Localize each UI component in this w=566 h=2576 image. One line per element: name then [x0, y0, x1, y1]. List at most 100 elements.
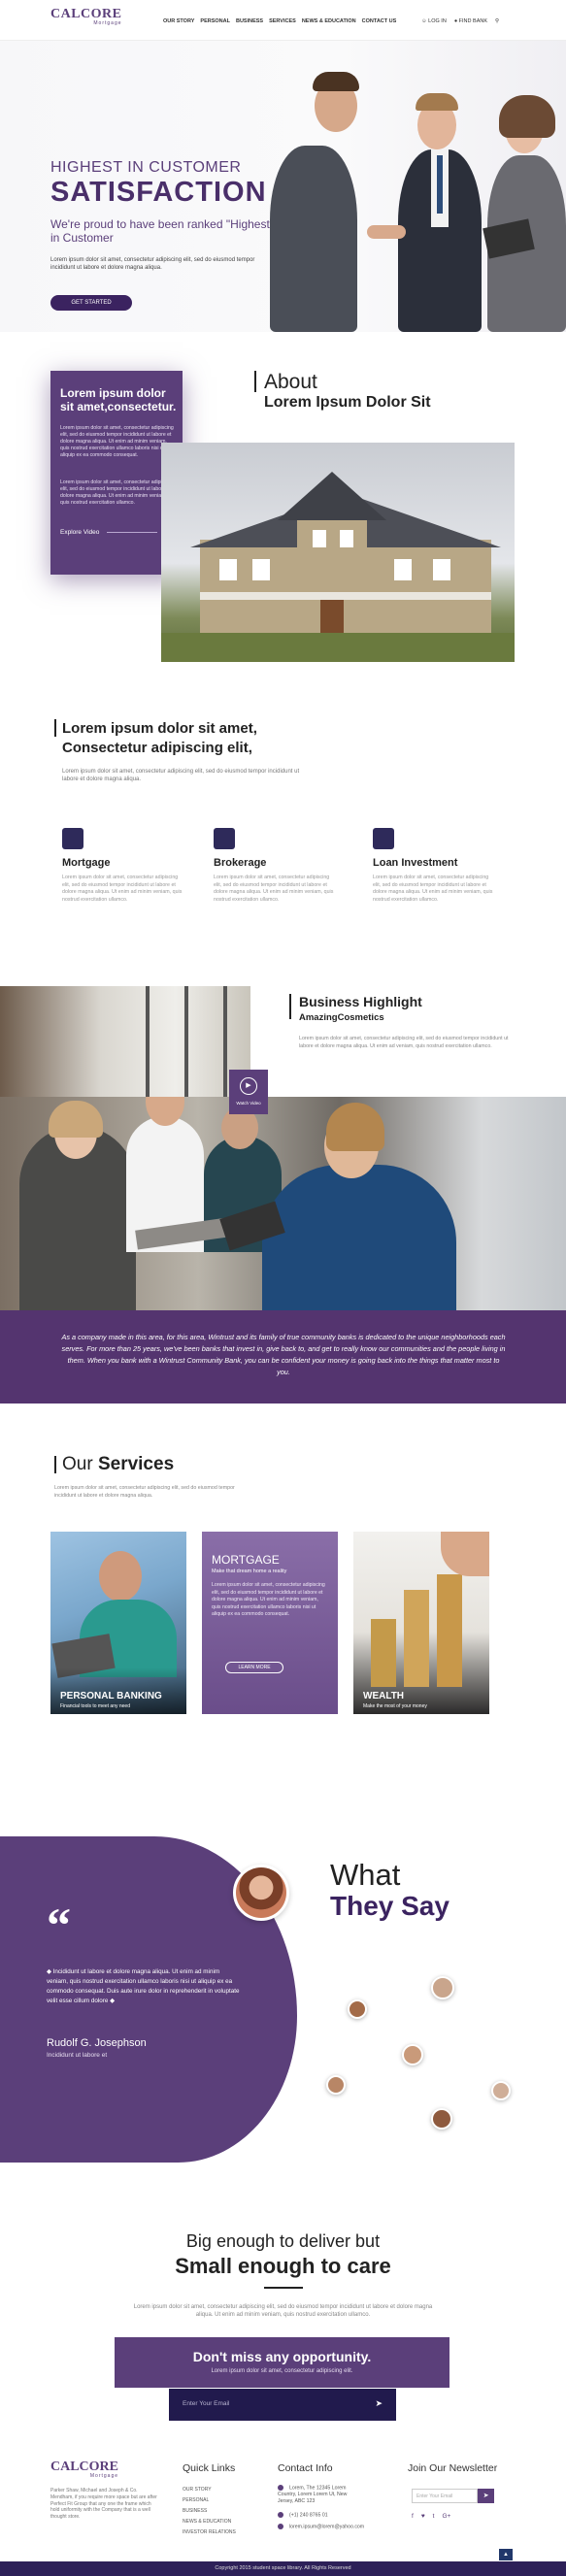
bank-icon [373, 828, 394, 849]
mission-quote: As a company made in this area, for this… [61, 1333, 506, 1376]
heading-bar [254, 371, 256, 392]
what-heading: What [330, 1858, 401, 1892]
card-subtitle: Make that dream home a reality [212, 1569, 287, 1574]
facebook-icon[interactable]: f [412, 2513, 414, 2520]
footer-logo[interactable]: CALCORE Mortgage [50, 2460, 118, 2479]
login-link[interactable]: ☺ LOG IN [421, 18, 447, 24]
hero-section: HIGHEST IN CUSTOMER SATISFACTION We're p… [0, 41, 566, 332]
contact-email: lorem.ipsum@lorem@yahoo.com [278, 2524, 384, 2530]
services-body: Lorem ipsum dolor sit amet, consectetur … [54, 1485, 235, 1499]
heading-bar [54, 719, 56, 737]
cta-subtitle: Lorem ipsum dolor sit amet, consectetur … [211, 2368, 353, 2374]
newsletter-email-input[interactable]: Enter Your Email [412, 2489, 478, 2503]
card-body: Lorem ipsum dolor sit amet, consectetur … [212, 1582, 325, 1617]
heading-bar [54, 1456, 56, 1473]
footer-link-our-story[interactable]: OUR STORY [183, 2487, 212, 2493]
mail-icon [278, 2524, 283, 2529]
hero-line3: We're proud to have been ranked "Highest… [50, 217, 270, 245]
search-icon[interactable]: ⚲ [495, 18, 499, 24]
send-icon[interactable]: ➤ [375, 2398, 383, 2409]
divider [107, 532, 157, 533]
play-icon: ▶ [240, 1077, 257, 1095]
big-body: Lorem ipsum dolor sit amet, consectetur … [133, 2304, 433, 2318]
heading-bold: Services [97, 1454, 175, 1474]
bank-icon [214, 828, 235, 849]
cta-title: Don't miss any opportunity. [192, 2349, 372, 2364]
feature-title: Loan Investment [373, 857, 458, 869]
watch-video-label: Watch Video [236, 1101, 261, 1106]
avatar[interactable] [326, 2075, 346, 2095]
phone-text: (+1) 240 8765 01 [289, 2512, 328, 2519]
address-text: Lorem, The 12345 Lorem Country, Lorem Lo… [278, 2485, 348, 2505]
avatar [233, 1865, 289, 1921]
avatar[interactable] [402, 2044, 423, 2065]
card-mortgage[interactable]: MORTGAGE Make that dream home a reality … [202, 1532, 338, 1714]
mission-band: As a company made in this area, for this… [0, 1310, 566, 1404]
google-plus-icon[interactable]: G+ [442, 2513, 450, 2520]
they-say-heading: They Say [330, 1891, 449, 1921]
location-icon [278, 2485, 283, 2491]
social-links: f ♥ t G+ [412, 2513, 450, 2520]
watch-video-button[interactable]: ▶ Watch Video [229, 1070, 268, 1114]
card-personal-banking[interactable]: PERSONAL BANKING Financial tools to meet… [50, 1532, 186, 1714]
feature-title: Mortgage [62, 857, 111, 869]
learn-more-button[interactable]: LEARN MORE [225, 1662, 283, 1673]
testimonial-text: ◆ Incididunt ut labore et dolore magna a… [47, 1968, 240, 2004]
testimonial-role: Incididunt ut labore et [47, 2052, 108, 2059]
footer-link-personal[interactable]: PERSONAL [183, 2497, 209, 2503]
divider [264, 2287, 303, 2289]
intro-body: Lorem ipsum dolor sit amet, consectetur … [62, 769, 300, 782]
services-heading: Our Services [62, 1454, 174, 1475]
feature-title: Brokerage [214, 857, 267, 869]
contact-address: Lorem, The 12345 Lorem Country, Lorem Lo… [278, 2485, 355, 2505]
feature-desc: Lorem ipsum dolor sit amet, consectetur … [214, 875, 334, 903]
find-bank-label: FIND BANK [458, 18, 488, 24]
logo[interactable]: CALCORE Mortgage [50, 7, 122, 26]
feature-loan-investment: Loan Investment Lorem ipsum dolor sit am… [373, 828, 497, 904]
footer-link-news[interactable]: NEWS & EDUCATION [183, 2519, 231, 2525]
hero-body: Lorem ipsum dolor sit amet, consectetur … [50, 257, 255, 271]
back-to-top-icon[interactable]: ▲ [499, 2549, 513, 2560]
quote-icon: “ [47, 1898, 71, 1952]
newsletter-submit-icon[interactable]: ➤ [478, 2489, 494, 2503]
about-heading: About [264, 371, 317, 393]
site-header: CALCORE Mortgage OUR STORY PERSONAL BUSI… [0, 0, 566, 41]
footer-description: Parker Shaw, Michael and Joseph & Co. Me… [50, 2488, 157, 2521]
about-card-text-1: Lorem ipsum dolor sit amet, consectetur … [60, 425, 174, 458]
nav-our-story[interactable]: OUR STORY [163, 18, 194, 24]
explore-video-label: Explore Video [60, 529, 100, 536]
get-started-button[interactable]: GET STARTED [50, 295, 132, 311]
avatar[interactable] [491, 2081, 511, 2100]
heart-icon[interactable]: ♥ [421, 2513, 425, 2520]
footer-link-business[interactable]: BUSINESS [183, 2508, 207, 2514]
avatar[interactable] [348, 1999, 367, 2019]
feature-brokerage: Brokerage Lorem ipsum dolor sit amet, co… [214, 828, 338, 904]
nav-business[interactable]: BUSINESS [236, 18, 263, 24]
avatar[interactable] [431, 1976, 454, 1999]
nav-news-education[interactable]: NEWS & EDUCATION [302, 18, 356, 24]
email-field[interactable]: Enter Your Email ➤ [169, 2389, 396, 2421]
hero-line1: HIGHEST IN CUSTOMER [50, 159, 242, 176]
opportunity-banner: Don't miss any opportunity. Lorem ipsum … [115, 2337, 449, 2388]
testimonial-name: Rudolf G. Josephson [47, 2037, 147, 2049]
card-wealth[interactable]: WEALTH Make the most of your money [353, 1532, 489, 1714]
feature-desc: Lorem ipsum dolor sit amet, consectetur … [62, 875, 183, 903]
nav-personal[interactable]: PERSONAL [200, 18, 230, 24]
main-nav: OUR STORY PERSONAL BUSINESS SERVICES NEW… [163, 18, 396, 24]
newsletter-heading: Join Our Newsletter [408, 2462, 498, 2474]
nav-services[interactable]: SERVICES [269, 18, 296, 24]
find-bank-link[interactable]: ● FIND BANK [454, 18, 487, 24]
hero-business-people-image [262, 41, 566, 332]
card-title: WEALTH [363, 1691, 405, 1701]
nav-contact-us[interactable]: CONTACT US [362, 18, 397, 24]
footer-link-investor[interactable]: INVESTOR RELATIONS [183, 2529, 236, 2535]
house-image [161, 443, 515, 662]
nav-right: ☺ LOG IN ● FIND BANK ⚲ [421, 18, 499, 24]
quick-links-heading: Quick Links [183, 2462, 236, 2474]
twitter-icon[interactable]: t [433, 2513, 435, 2520]
copyright: Copyright 2015 student space library. Al… [0, 2561, 566, 2576]
heading-bar [289, 994, 291, 1019]
avatar[interactable] [431, 2108, 452, 2130]
phone-icon [278, 2512, 283, 2518]
team-meeting-image [0, 1097, 566, 1310]
